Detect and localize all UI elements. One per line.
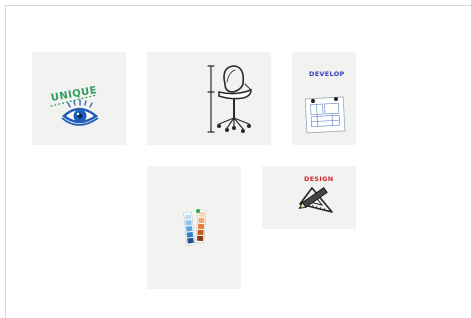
color-swatch-fan-icon [183, 209, 207, 246]
tile-chair[interactable] [147, 52, 271, 145]
tile-develop[interactable]: DEVELOP [292, 52, 356, 145]
tile-unique[interactable]: UNIQUE [32, 52, 126, 145]
tile-color-swatches[interactable] [147, 166, 241, 289]
blueprint-icon: DEVELOP [304, 70, 346, 134]
office-chair-icon [207, 65, 252, 133]
develop-label: DEVELOP [309, 70, 345, 78]
design-label: DESIGN [304, 175, 334, 183]
tile-design[interactable]: DESIGN [262, 166, 356, 229]
pencil-ruler-icon: DESIGN [298, 175, 334, 213]
eye-icon: UNIQUE [50, 85, 99, 126]
